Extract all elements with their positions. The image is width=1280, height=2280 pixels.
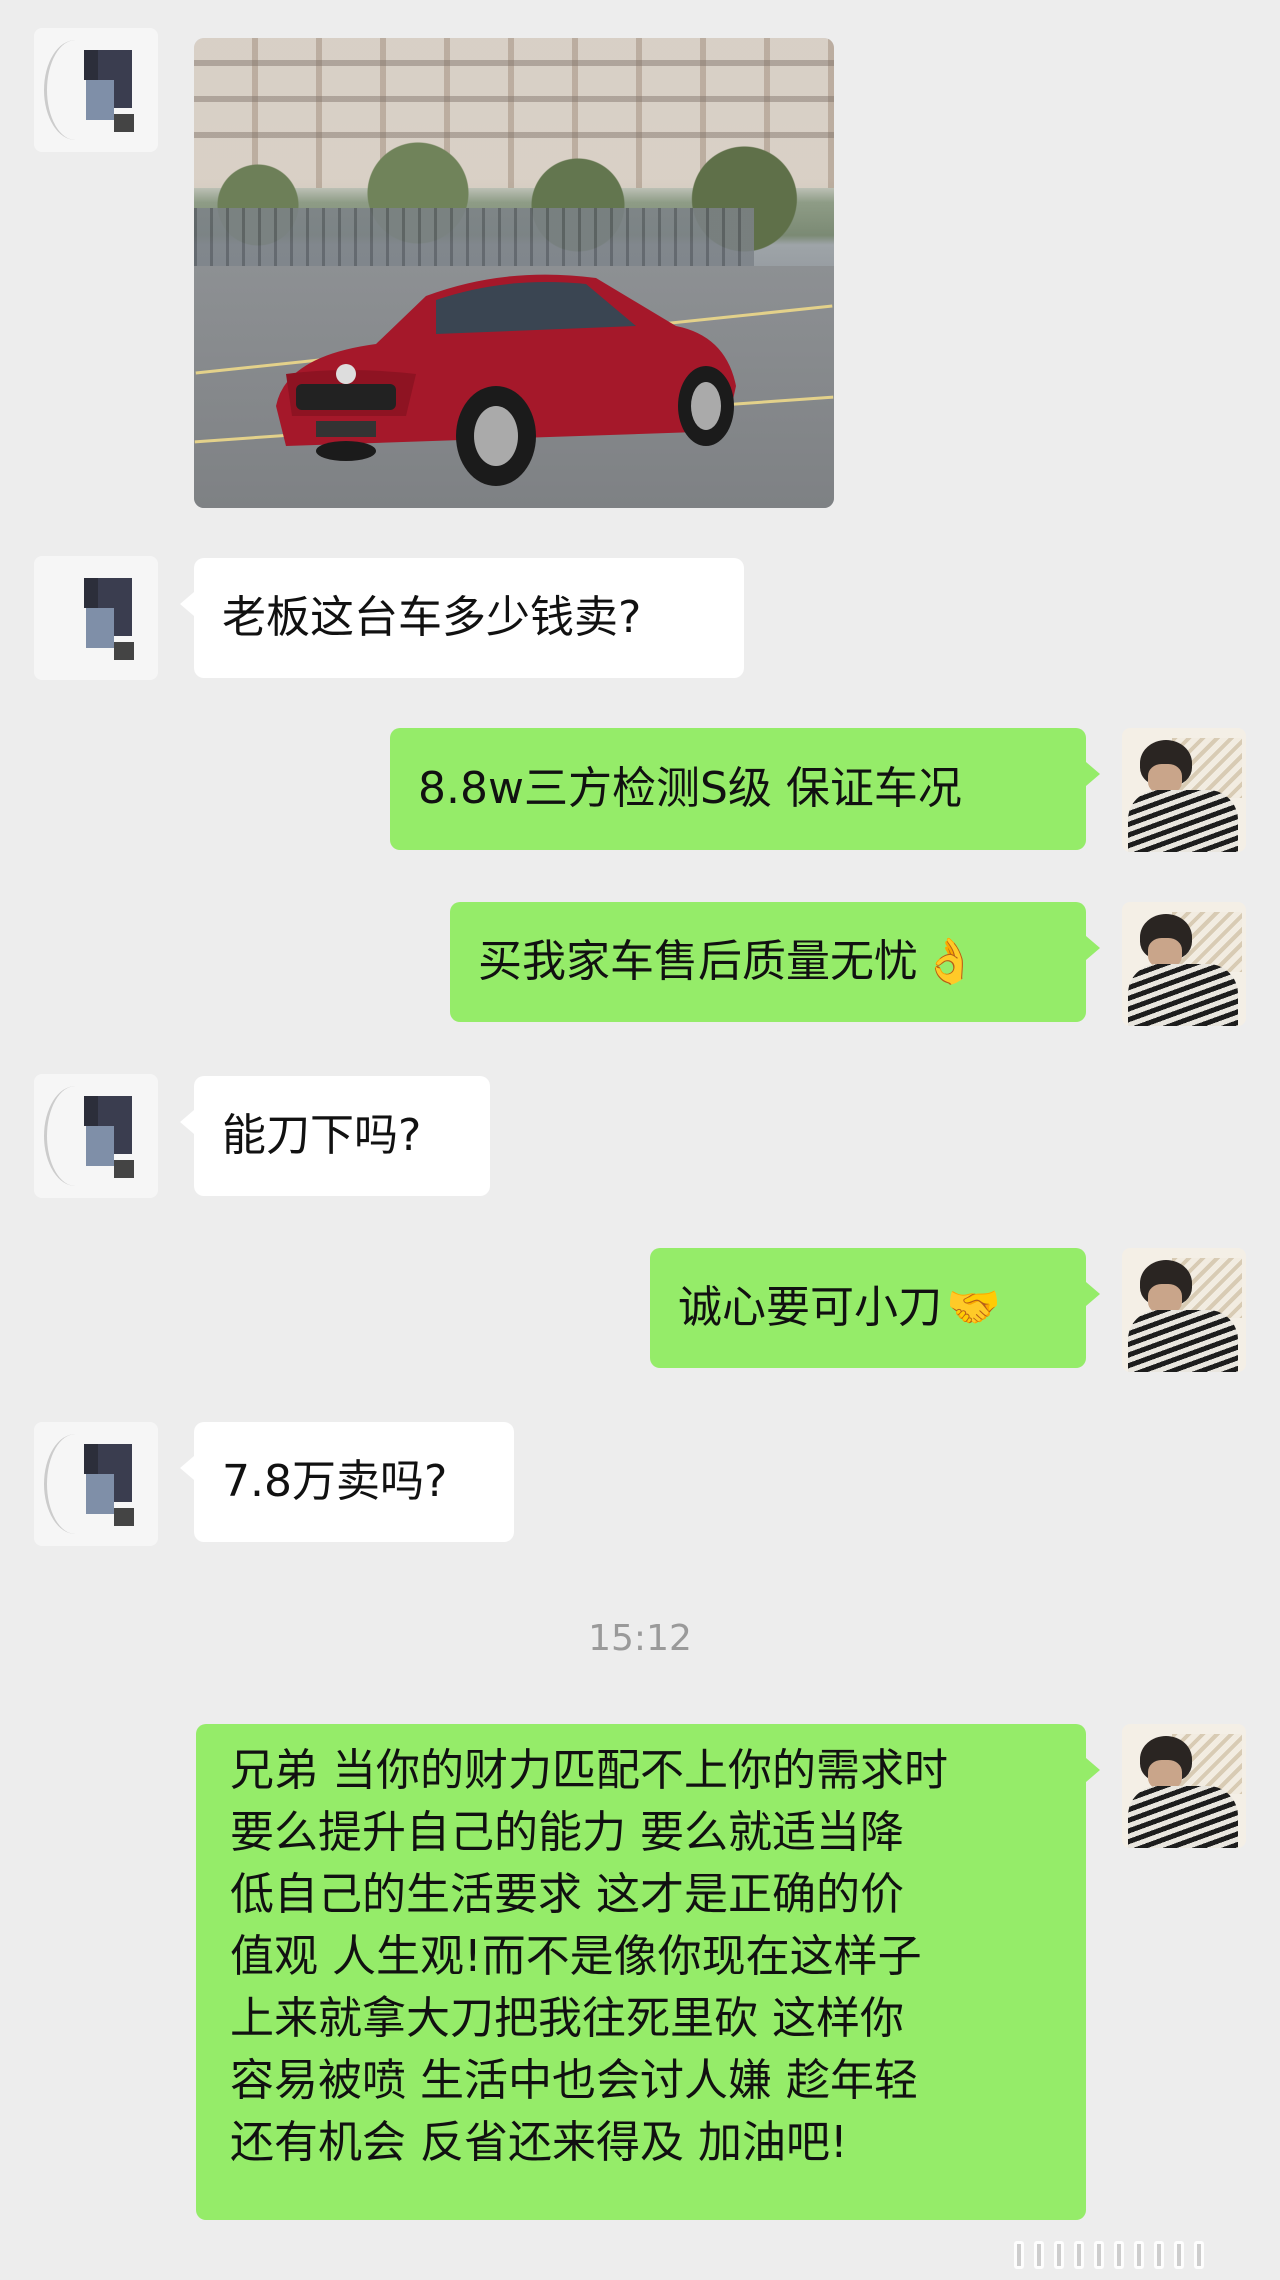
watermark-logo	[1014, 2237, 1254, 2273]
contact-avatar[interactable]	[34, 556, 158, 680]
message-line: 值观 人生观!而不是像你现在这样子	[230, 1931, 922, 1982]
car-photo[interactable]	[194, 38, 834, 508]
message-bubble[interactable]: 7.8万卖吗?	[180, 1422, 514, 1542]
handshake-emoji: 🤝	[946, 1282, 1001, 1333]
ok-hand-emoji: 👌	[922, 936, 977, 987]
message-bubble[interactable]: 8.8w三方检测S级 保证车况	[390, 728, 1100, 850]
contact-avatar[interactable]	[34, 28, 158, 152]
self-avatar[interactable]	[1122, 902, 1246, 1026]
message-bubble[interactable]: 诚心要可小刀 🤝	[650, 1248, 1100, 1368]
message-line: 容易被喷 生活中也会讨人嫌 趁年轻	[230, 2055, 918, 2106]
car-image	[276, 274, 736, 486]
self-avatar[interactable]	[1122, 1724, 1246, 1848]
chat-timestamp: 15:12	[588, 1618, 692, 1659]
message-line: 上来就拿大刀把我往死里砍 这样你	[230, 1993, 904, 2044]
message-text: 8.8w三方检测S级 保证车况	[418, 763, 962, 814]
message-line: 要么提升自己的能力 要么就适当降	[230, 1807, 904, 1858]
message-bubble[interactable]: 买我家车售后质量无忧 👌	[450, 902, 1100, 1022]
message-text: 7.8万卖吗?	[222, 1456, 448, 1507]
message-text: 能刀下吗?	[222, 1110, 422, 1161]
self-avatar[interactable]	[1122, 1248, 1246, 1372]
message-text: 买我家车售后质量无忧	[478, 936, 918, 987]
message-text: 老板这台车多少钱卖?	[222, 592, 642, 643]
message-bubble[interactable]: 能刀下吗?	[180, 1076, 490, 1196]
message-text: 诚心要可小刀	[678, 1282, 942, 1333]
contact-avatar[interactable]	[34, 1422, 158, 1546]
self-avatar[interactable]	[1122, 728, 1246, 852]
message-line: 兄弟 当你的财力匹配不上你的需求时	[230, 1745, 948, 1796]
message-line: 还有机会 反省还来得及 加油吧!	[230, 2117, 848, 2168]
message-line: 低自己的生活要求 这才是正确的价	[230, 1869, 904, 1920]
contact-avatar[interactable]	[34, 1074, 158, 1198]
message-bubble[interactable]: 兄弟 当你的财力匹配不上你的需求时 要么提升自己的能力 要么就适当降 低自己的生…	[196, 1724, 1100, 2220]
message-bubble[interactable]: 老板这台车多少钱卖?	[180, 558, 744, 678]
